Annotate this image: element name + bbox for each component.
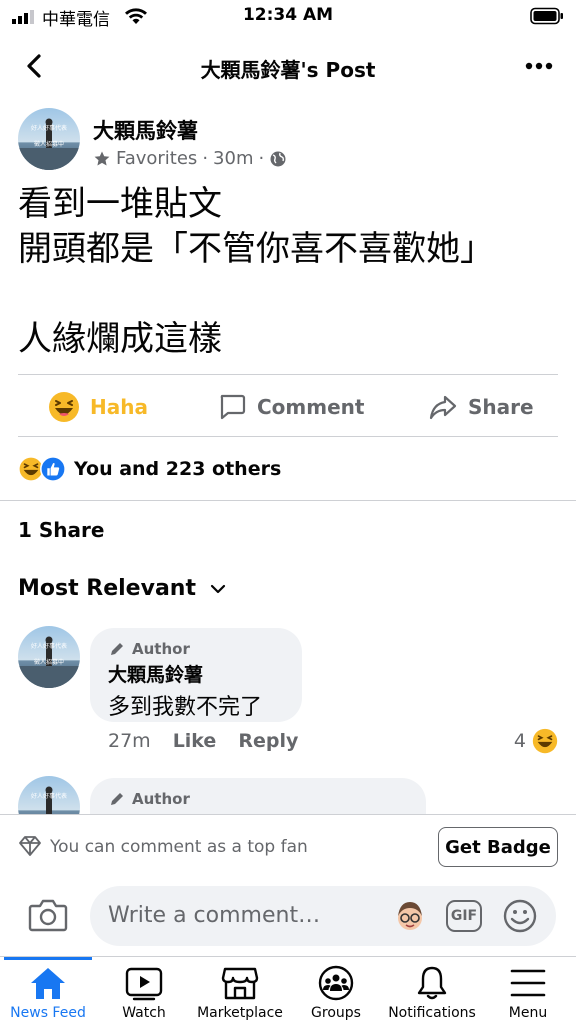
top-fan-message: You can comment as a top fan — [50, 837, 308, 857]
emoji-icon[interactable] — [502, 898, 538, 934]
tab-menu[interactable]: Menu — [480, 957, 576, 1024]
share-label: Share — [468, 395, 534, 419]
divider — [18, 374, 558, 375]
haha-label: Haha — [90, 395, 148, 419]
comment-bubble-icon — [220, 394, 246, 420]
tab-notifications[interactable]: Notifications — [384, 957, 480, 1024]
watch-icon — [125, 967, 163, 1001]
status-bar: 中華電信 12:34 AM — [0, 0, 576, 34]
pencil-icon — [111, 793, 123, 805]
comment-input[interactable]: Write a comment… GIF — [90, 886, 556, 946]
tab-label: Notifications — [388, 1005, 476, 1021]
like-thumb-icon — [40, 456, 66, 482]
reactions-summary[interactable]: You and 223 others — [18, 454, 281, 484]
post-text-line: 看到一堆貼文 — [18, 184, 222, 224]
comment-composer: Write a comment… GIF — [0, 876, 576, 956]
avatar-caption-top: 好人好事代表 — [31, 642, 67, 650]
post-text-line: 人緣爛成這樣 — [18, 319, 222, 359]
author-badge: Author — [108, 790, 408, 808]
avatar-caption-bottom: 徵人招募中 — [34, 140, 64, 148]
divider — [18, 436, 558, 437]
post-text-line — [18, 272, 558, 317]
comment-input-placeholder: Write a comment… — [108, 903, 321, 928]
bottom-tab-bar: News Feed Watch Marketplace Groups Notif… — [0, 956, 576, 1024]
avatar-caption-top: 好人好事代表 — [31, 124, 67, 132]
comment-label: Comment — [257, 395, 365, 419]
avatar-caption-bottom: 徵人招募中 — [34, 658, 64, 666]
post-action-bar: Haha Comment Share — [0, 380, 576, 434]
more-options-icon[interactable] — [522, 54, 556, 78]
meta-separator: · — [258, 148, 265, 169]
avatar-sticker-icon[interactable] — [392, 898, 428, 934]
comment-like-button[interactable]: Like — [173, 730, 217, 752]
author-badge: Author — [108, 640, 284, 658]
shares-count[interactable]: 1 Share — [18, 518, 104, 542]
menu-icon — [510, 969, 546, 997]
get-badge-button[interactable]: Get Badge — [438, 827, 558, 867]
tab-label: Menu — [508, 1005, 548, 1021]
avatar-caption-top: 好人好事代表 — [31, 792, 67, 800]
haha-reaction-button[interactable]: Haha — [48, 380, 148, 434]
battery-icon — [530, 7, 563, 25]
comment-time: 27m — [108, 730, 151, 752]
comment-meta: 27m Like Reply — [108, 730, 298, 752]
post-text-line: 開頭都是「不管你喜不喜歡她」 — [18, 229, 494, 269]
marketplace-icon — [221, 967, 259, 1000]
home-icon — [31, 968, 65, 999]
gif-label: GIF — [450, 908, 478, 924]
sort-label: Most Relevant — [18, 576, 196, 601]
tab-watch[interactable]: Watch — [96, 957, 192, 1024]
groups-icon — [318, 965, 354, 1001]
author-badge-label: Author — [132, 790, 190, 808]
gif-button[interactable]: GIF — [446, 900, 482, 932]
post-time[interactable]: 30m — [213, 148, 253, 169]
tab-label: News Feed — [10, 1005, 86, 1021]
comment-text: 多到我數不完了 — [108, 695, 263, 720]
bell-icon — [417, 966, 447, 1000]
author-badge-label: Author — [132, 640, 190, 658]
comment-reply-button[interactable]: Reply — [238, 730, 298, 752]
share-button[interactable]: Share — [428, 380, 534, 434]
commenter-avatar[interactable]: 好人好事代表 徵人招募中 — [18, 626, 80, 688]
meta-separator: · — [202, 148, 209, 169]
tab-label: Marketplace — [197, 1005, 283, 1021]
post-header-bar: 大顆馬鈴薯's Post — [0, 40, 576, 92]
comment-bubble[interactable]: Author 大顆馬鈴薯 多到我數不完了 — [90, 628, 302, 722]
top-fan-banner: You can comment as a top fan Get Badge — [0, 814, 576, 876]
tab-label: Groups — [311, 1005, 361, 1021]
author-avatar[interactable]: 好人好事代表 徵人招募中 — [18, 108, 80, 170]
divider — [0, 500, 576, 501]
haha-emoji-icon — [49, 392, 79, 422]
tab-news-feed[interactable]: News Feed — [0, 957, 96, 1024]
tab-groups[interactable]: Groups — [288, 957, 384, 1024]
diamond-icon — [19, 836, 41, 856]
post-text: 看到一堆貼文 開頭都是「不管你喜不喜歡她」 人緣爛成這樣 — [18, 182, 558, 362]
audience-label[interactable]: Favorites — [116, 148, 197, 169]
post-meta: Favorites · 30m · — [93, 148, 287, 169]
camera-icon[interactable] — [28, 896, 68, 934]
tab-label: Watch — [122, 1005, 166, 1021]
commenter-name[interactable]: 大顆馬鈴薯 — [108, 660, 284, 687]
comment-button[interactable]: Comment — [217, 380, 364, 434]
haha-emoji-icon — [532, 728, 558, 754]
comment-reaction-count: 4 — [513, 730, 526, 752]
reactions-count-text: You and 223 others — [74, 458, 282, 480]
star-icon — [94, 151, 110, 165]
share-arrow-icon — [429, 395, 457, 420]
status-time: 12:34 AM — [242, 5, 334, 25]
comment-sort-dropdown[interactable]: Most Relevant — [18, 576, 226, 601]
post-author-name[interactable]: 大顆馬鈴薯 — [93, 115, 198, 145]
chevron-down-icon — [210, 584, 226, 593]
globe-icon — [270, 151, 286, 166]
tab-marketplace[interactable]: Marketplace — [192, 957, 288, 1024]
page-title: 大顆馬鈴薯's Post — [200, 58, 376, 82]
pencil-icon — [111, 642, 124, 655]
comment-reactions[interactable]: 4 — [514, 728, 558, 754]
